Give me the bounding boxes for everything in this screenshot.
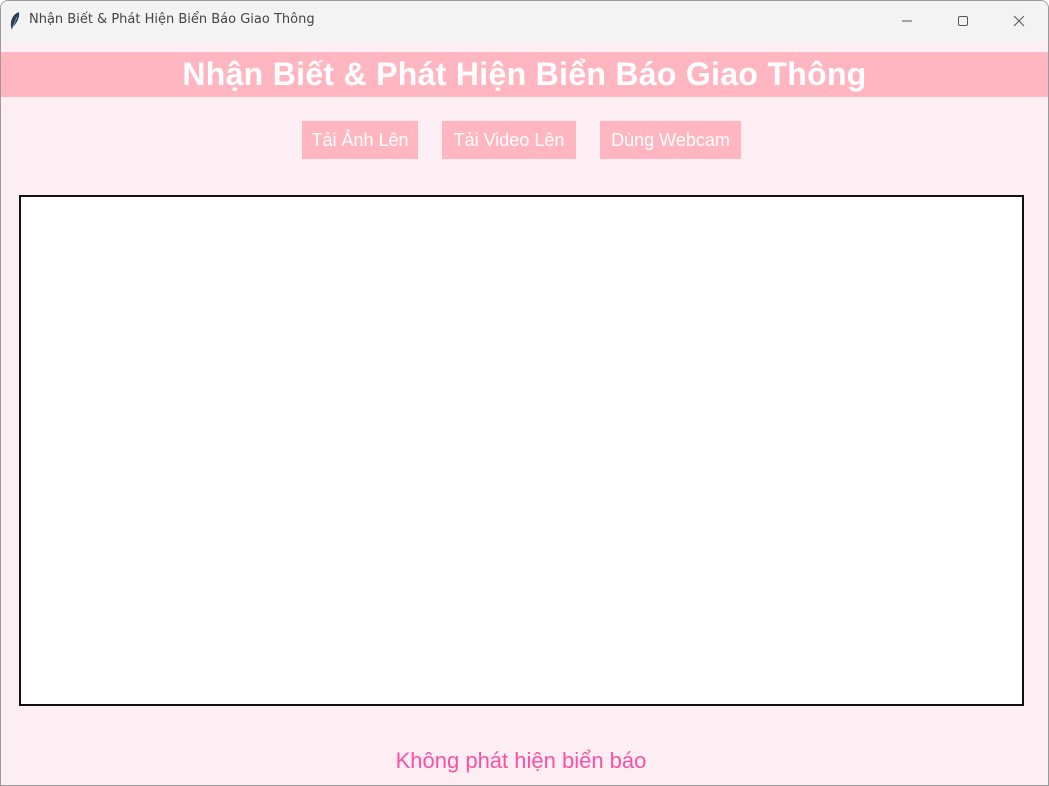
media-display-canvas [19, 195, 1024, 706]
app-window: Nhận Biết & Phát Hiện Biển Báo Giao Thôn… [0, 0, 1049, 786]
upload-video-button[interactable]: Tải Video Lên [442, 121, 576, 159]
minimize-icon [901, 15, 913, 27]
close-icon [1013, 15, 1025, 27]
window-title: Nhận Biết & Phát Hiện Biển Báo Giao Thôn… [29, 12, 315, 27]
close-button[interactable] [991, 1, 1047, 41]
detection-status-label: Không phát hiện biển báo [395, 748, 647, 773]
title-bar[interactable]: Nhận Biết & Phát Hiện Biển Báo Giao Thôn… [1, 1, 1048, 41]
upload-image-button[interactable]: Tải Ảnh Lên [302, 121, 418, 159]
minimize-button[interactable] [879, 1, 935, 41]
header-banner: Nhận Biết & Phát Hiện Biển Báo Giao Thôn… [1, 52, 1048, 97]
page-title: Nhận Biết & Phát Hiện Biển Báo Giao Thôn… [182, 56, 867, 92]
maximize-button[interactable] [935, 1, 991, 41]
maximize-icon [957, 15, 969, 27]
webcam-button[interactable]: Dùng Webcam [600, 121, 741, 159]
feather-icon [9, 11, 21, 31]
